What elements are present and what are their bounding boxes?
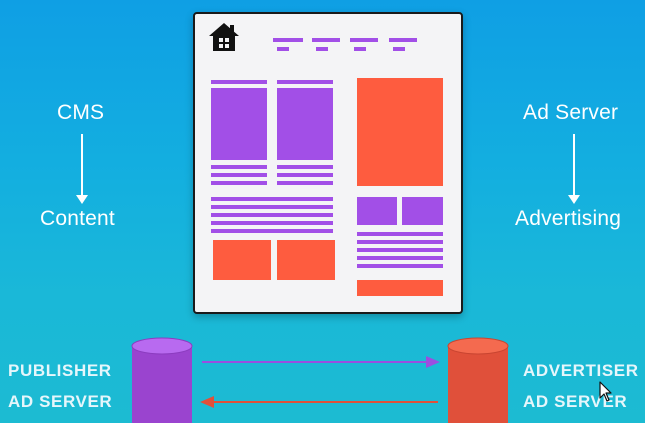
ad-sidebar-small (357, 280, 443, 296)
article-image (277, 88, 333, 160)
body-text-block (211, 197, 333, 237)
advertiser-label-line1: ADVERTISER (523, 361, 639, 380)
article-text-line (211, 173, 267, 177)
nav-item-bar (393, 47, 405, 51)
sidebar-text-line (357, 232, 443, 236)
body-text-line (211, 213, 333, 217)
ad-server-to-advertising-arrow (568, 134, 580, 204)
publisher-label-line1: PUBLISHER (8, 361, 112, 380)
mouse-cursor-icon (599, 381, 612, 402)
body-text-line (211, 229, 333, 233)
ad-banner-left (213, 240, 271, 280)
nav-item-bar (277, 47, 289, 51)
ad-sidebar-large (357, 78, 443, 186)
publisher-label-line2: AD SERVER (8, 392, 113, 411)
cms-to-content-arrow (76, 134, 88, 204)
publisher-to-advertiser-arrow (202, 356, 440, 368)
article-text-line (211, 181, 267, 185)
article-title-bar (277, 80, 333, 84)
ad-banner-right (277, 240, 335, 280)
content-article-1 (211, 80, 267, 190)
content-article-2 (277, 80, 333, 190)
article-text-line (277, 181, 333, 185)
nav-item-bar (312, 38, 340, 42)
body-text-line (211, 205, 333, 209)
body-text-line (211, 197, 333, 201)
ad-server-label: Ad Server (523, 101, 619, 124)
cms-label: CMS (57, 101, 105, 124)
webpage-mockup (193, 12, 463, 314)
nav-item-bar (350, 38, 378, 42)
nav-item-bar (316, 47, 328, 51)
sidebar-thumbnail (357, 197, 397, 225)
nav-menu (273, 38, 423, 54)
article-text-line (277, 165, 333, 169)
publisher-database-icon (131, 337, 193, 423)
home-icon (209, 23, 239, 51)
advertiser-label-line2: AD SERVER (523, 392, 628, 411)
nav-item-bar (273, 38, 303, 42)
nav-item-bar (354, 47, 366, 51)
nav-item-bar (389, 38, 417, 42)
content-label: Content (40, 207, 115, 230)
article-text-line (277, 173, 333, 177)
sidebar-text-line (357, 264, 443, 268)
body-text-line (211, 221, 333, 225)
sidebar-thumbnail (402, 197, 443, 225)
server-connection-arrows (200, 356, 440, 408)
sidebar-text-line (357, 240, 443, 244)
article-image (211, 88, 267, 160)
article-text-line (211, 165, 267, 169)
article-title-bar (211, 80, 267, 84)
sidebar-text-block (357, 232, 443, 272)
sidebar-text-line (357, 248, 443, 252)
sidebar-text-line (357, 256, 443, 260)
advertiser-ad-server-label: ADVERTISER AD SERVER (523, 355, 639, 417)
advertiser-database-icon (447, 337, 509, 423)
advertising-label: Advertising (515, 207, 622, 230)
advertiser-to-publisher-arrow (200, 396, 438, 408)
publisher-ad-server-label: PUBLISHER AD SERVER (8, 355, 112, 417)
